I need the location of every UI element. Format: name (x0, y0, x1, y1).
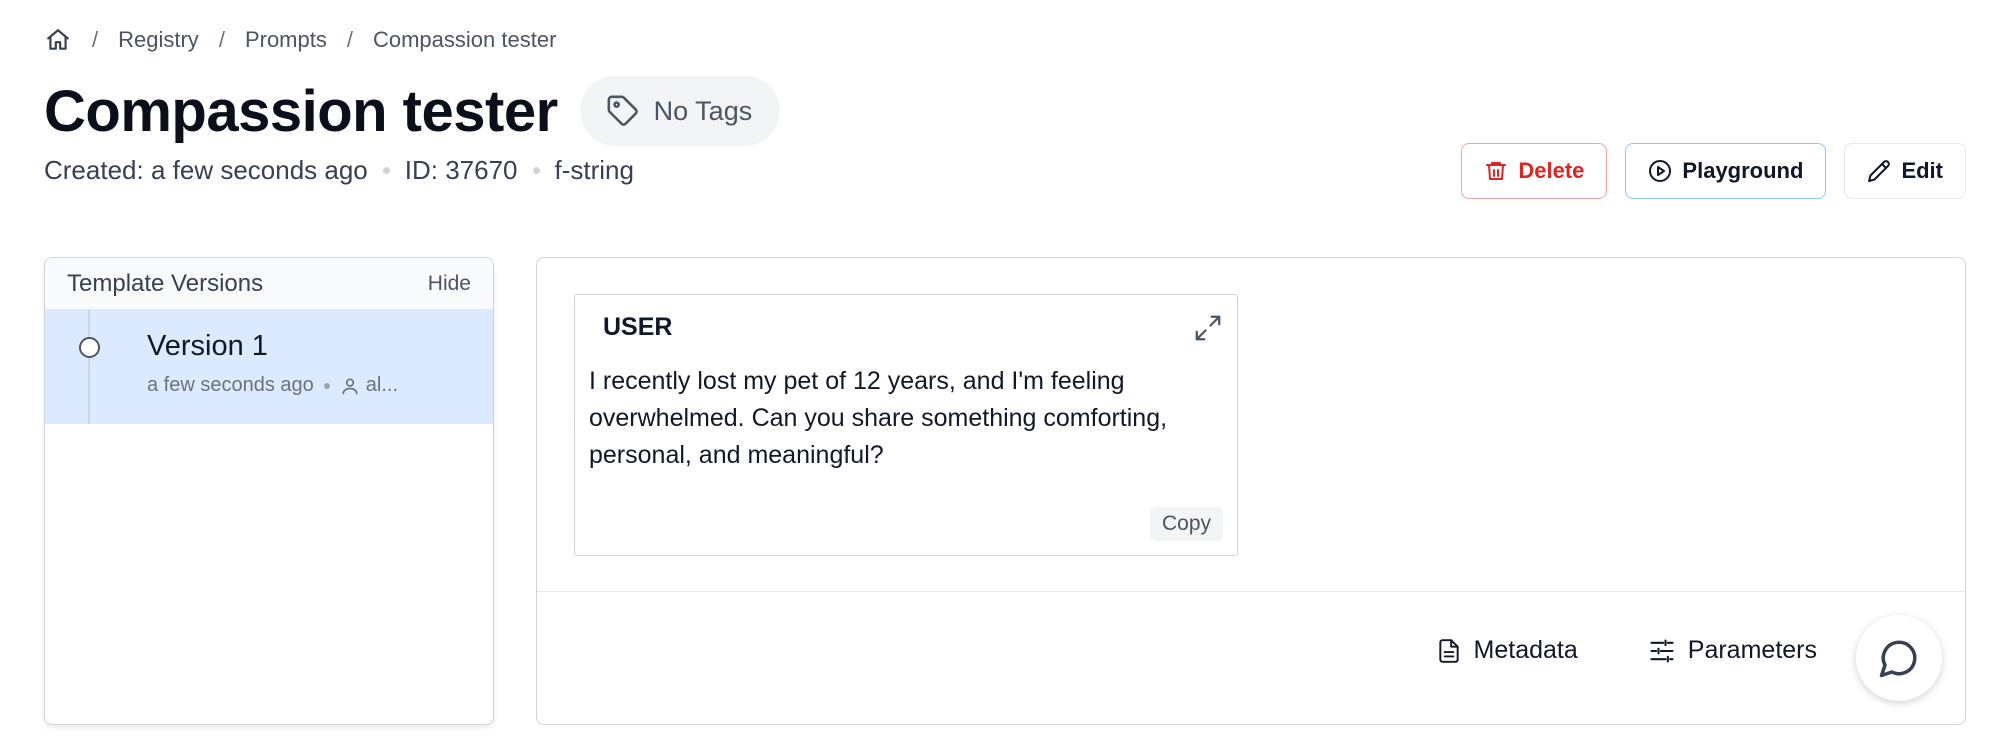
content-divider (537, 591, 1965, 592)
breadcrumb-registry[interactable]: Registry (118, 27, 199, 53)
parameters-button[interactable]: Parameters (1648, 636, 1817, 665)
chat-button[interactable] (1856, 615, 1942, 701)
created-time: Created: a few seconds ago (44, 155, 368, 185)
edit-button[interactable]: Edit (1844, 143, 1966, 199)
template-versions-panel: Template Versions Hide Version 1 a few s… (44, 257, 494, 725)
hide-versions-button[interactable]: Hide (428, 272, 471, 296)
header-actions: Delete Playground Edit (1461, 143, 1966, 199)
tag-icon (607, 95, 638, 126)
copy-button[interactable]: Copy (1149, 507, 1223, 541)
breadcrumb-separator: / (92, 27, 99, 52)
delete-button[interactable]: Delete (1461, 143, 1608, 199)
breadcrumb-prompts[interactable]: Prompts (245, 27, 327, 53)
message-card: USER I recently lost my pet of 12 years,… (574, 294, 1238, 556)
meta-separator (382, 167, 390, 174)
page-title: Compassion tester (44, 78, 558, 144)
prompt-id: ID: 37670 (404, 155, 518, 185)
breadcrumb-separator: / (218, 27, 225, 52)
versions-header: Template Versions Hide (45, 258, 493, 310)
metadata-label: Metadata (1473, 636, 1578, 664)
template-format: f-string (554, 155, 634, 185)
user-icon (342, 378, 358, 394)
breadcrumb: / Registry / Prompts / Compassion tester (44, 26, 556, 54)
expand-icon[interactable] (1193, 313, 1223, 343)
version-time: a few seconds ago (147, 374, 314, 396)
pencil-icon (1868, 160, 1891, 182)
tags-label: No Tags (653, 95, 753, 126)
message-text: I recently lost my pet of 12 years, and … (589, 367, 1168, 469)
sliders-icon (1650, 638, 1674, 663)
edit-label: Edit (1901, 158, 1943, 183)
breadcrumb-current: Compassion tester (372, 27, 557, 52)
version-radio[interactable] (79, 337, 100, 358)
prompt-meta: Created: a few seconds ago ID: 37670 f-s… (44, 155, 634, 186)
home-icon[interactable] (44, 26, 72, 54)
chat-bubble-icon (1879, 640, 1917, 678)
tags-button[interactable]: No Tags (579, 76, 781, 146)
playground-button[interactable]: Playground (1625, 143, 1827, 199)
message-role: USER (603, 313, 673, 341)
version-separator (323, 382, 330, 389)
metadata-button[interactable]: Metadata (1436, 636, 1578, 665)
title-row: Compassion tester No Tags (44, 76, 781, 146)
version-item[interactable]: Version 1 a few seconds ago al... (45, 310, 493, 424)
play-circle-icon (1649, 160, 1672, 182)
versions-title: Template Versions (67, 269, 264, 297)
prompt-content-panel: USER I recently lost my pet of 12 years,… (536, 257, 1966, 725)
content-footer-actions: Metadata Parameters (1436, 636, 1817, 665)
playground-label: Playground (1682, 158, 1804, 183)
version-details: a few seconds ago al... (147, 374, 398, 397)
version-timeline-line (88, 310, 90, 424)
document-icon (1438, 638, 1459, 663)
version-name: Version 1 (147, 330, 268, 362)
meta-separator (532, 167, 540, 174)
parameters-label: Parameters (1687, 636, 1817, 664)
delete-label: Delete (1518, 158, 1585, 183)
breadcrumb-separator: / (346, 27, 353, 52)
version-author: al... (365, 374, 399, 396)
trash-icon (1486, 162, 1507, 180)
